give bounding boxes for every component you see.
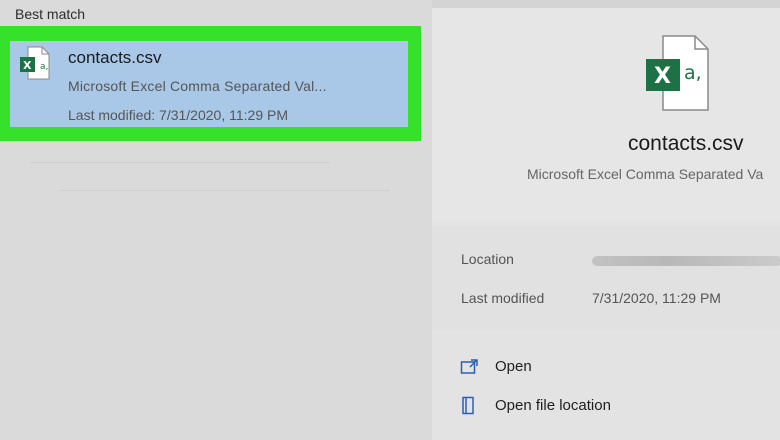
open-action[interactable]: Open: [460, 355, 760, 379]
best-match-label: Best match: [15, 6, 86, 22]
best-match-result[interactable]: a, X contacts.csv Microsoft Excel Comma …: [10, 41, 408, 127]
svg-text:X: X: [654, 64, 671, 89]
last-modified-label: Last modified: [461, 290, 545, 306]
preview-pane: a, X contacts.csv Microsoft Excel Comma …: [432, 8, 780, 440]
location-label: Location: [461, 251, 514, 267]
svg-text:a,: a,: [40, 62, 48, 72]
excel-csv-file-icon-large: a, X: [646, 35, 709, 111]
open-action-label: Open: [495, 358, 532, 375]
result-file-name: contacts.csv: [68, 48, 162, 67]
file-location-icon: [462, 396, 474, 415]
divider: [60, 190, 390, 191]
last-modified-value: 7/31/2020, 11:29 PM: [592, 290, 721, 306]
actions-card: Open Open file location: [432, 336, 780, 440]
redacted-location-value: [592, 256, 780, 266]
svg-text:a,: a,: [684, 62, 702, 84]
preview-header-card: a, X contacts.csv Microsoft Excel Comma …: [432, 8, 780, 221]
svg-text:X: X: [23, 59, 32, 72]
open-file-location-action[interactable]: Open file location: [460, 394, 760, 418]
search-results-pane: Best match a, X contacts.csv Microsoft E…: [0, 0, 432, 440]
open-file-location-label: Open file location: [495, 397, 611, 414]
file-info-card: Location Last modified 7/31/2020, 11:29 …: [432, 226, 780, 330]
result-file-type: Microsoft Excel Comma Separated Val...: [68, 78, 327, 94]
excel-csv-file-icon: a, X: [20, 46, 50, 80]
result-last-modified: Last modified: 7/31/2020, 11:29 PM: [68, 107, 288, 123]
open-icon: [460, 359, 478, 374]
preview-file-name: contacts.csv: [628, 132, 744, 155]
preview-file-type: Microsoft Excel Comma Separated Va: [527, 166, 764, 182]
divider: [30, 162, 330, 163]
